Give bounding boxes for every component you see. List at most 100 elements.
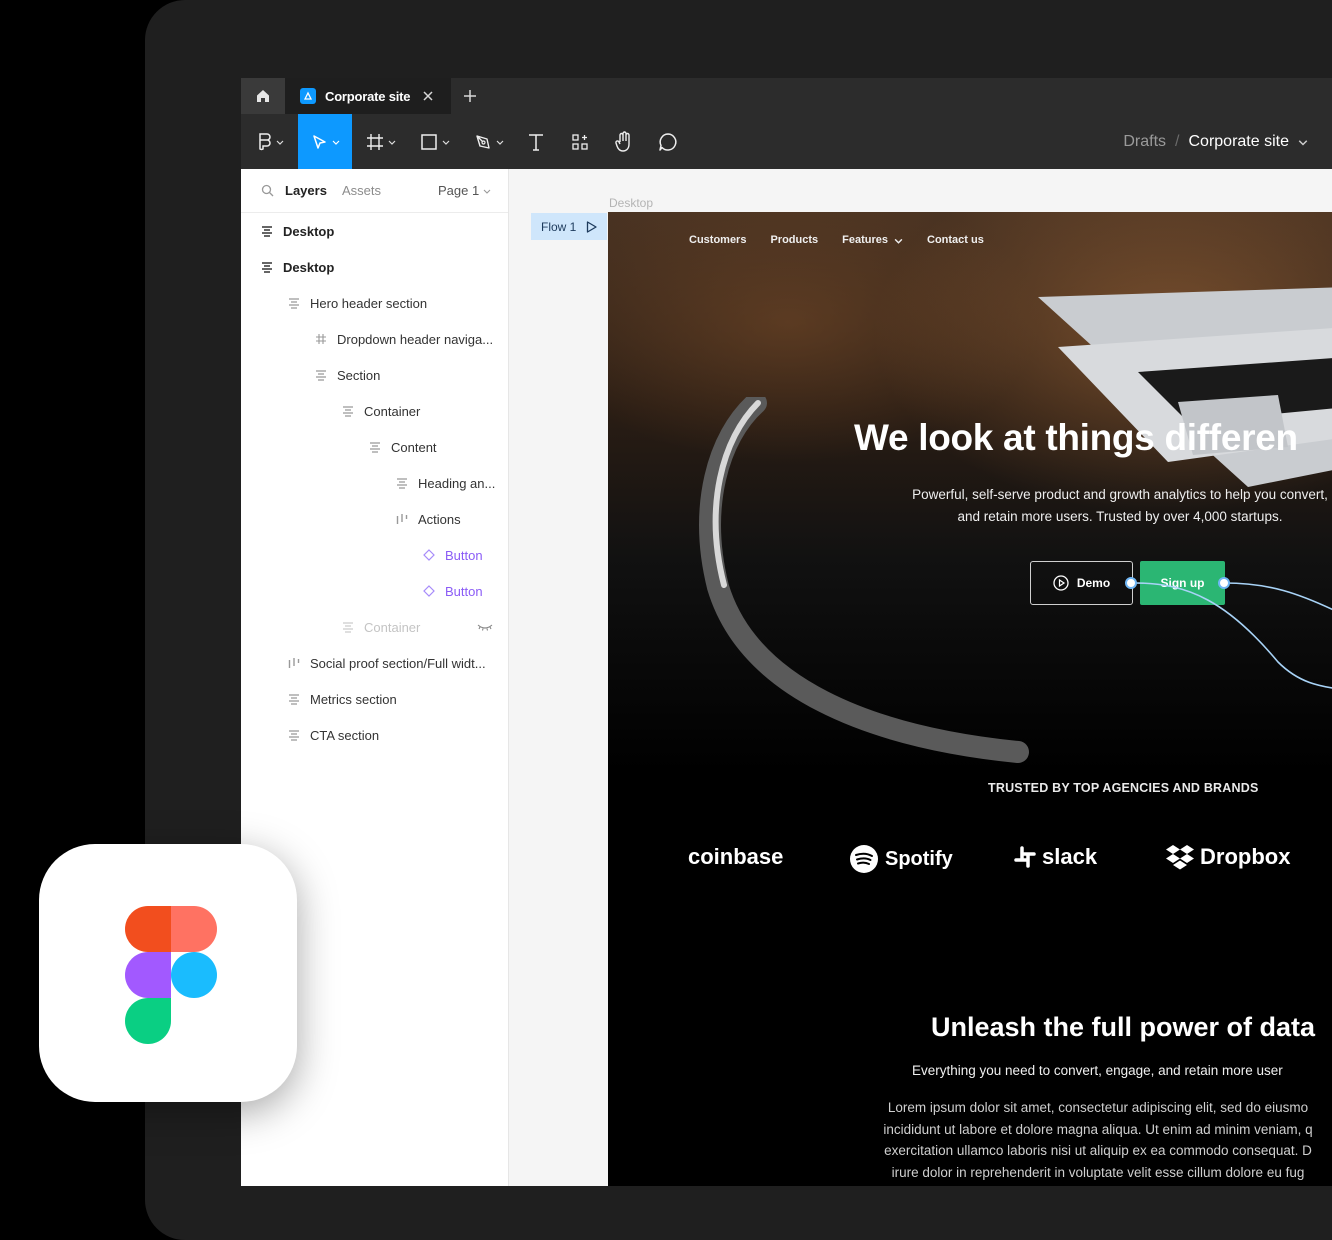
- chevron-down-icon: [442, 140, 450, 145]
- comment-icon: [659, 132, 677, 151]
- logo-text: coinbase: [688, 844, 784, 869]
- paragraph-line: irure dolor in reprehenderit in voluptat…: [891, 1164, 1305, 1180]
- autolayout-icon: [370, 442, 380, 453]
- hand-tool-icon: [615, 130, 630, 152]
- tab-corporate-site[interactable]: Corporate site: [285, 78, 451, 114]
- frame-tool-button[interactable]: [359, 114, 403, 169]
- tab-layers[interactable]: Layers: [285, 183, 327, 198]
- demo-button[interactable]: Demo: [1030, 561, 1133, 605]
- dropbox-icon: [1166, 845, 1194, 870]
- layer-item[interactable]: Container: [342, 393, 420, 429]
- close-icon[interactable]: [419, 87, 437, 105]
- paragraph-line: Lorem ipsum dolor sit amet, consectetur …: [887, 1100, 1309, 1115]
- hero-subtitle-line: Powerful, self-serve product and growth …: [912, 487, 1328, 502]
- figma-app-icon: [39, 844, 297, 1102]
- text-tool-button[interactable]: [521, 114, 551, 169]
- layer-item[interactable]: Heading an...: [396, 465, 495, 501]
- main-menu-button[interactable]: [249, 114, 291, 169]
- autolayout-icon: [343, 622, 353, 633]
- hand-tool-button[interactable]: [608, 114, 640, 169]
- comment-tool-button[interactable]: [652, 114, 684, 169]
- search-icon[interactable]: [261, 184, 274, 197]
- pen-tool-icon: [476, 134, 490, 149]
- layer-item[interactable]: Desktop: [261, 213, 334, 249]
- layer-item[interactable]: Dropdown header naviga...: [315, 321, 493, 357]
- frame-tool-icon: [316, 334, 326, 344]
- breadcrumb[interactable]: Drafts / Corporate site: [1123, 114, 1308, 169]
- layer-item[interactable]: Metrics section: [288, 681, 397, 717]
- layer-item[interactable]: Button: [423, 573, 483, 609]
- move-tool-button[interactable]: [298, 114, 352, 169]
- connection-handle[interactable]: [1125, 577, 1137, 589]
- section-title: Unleash the full power of data: [931, 1012, 1316, 1042]
- plus-icon[interactable]: [460, 86, 480, 106]
- breadcrumb-separator: /: [1175, 132, 1180, 150]
- body-paragraph: Lorem ipsum dolor sit amet, consectetur …: [838, 1097, 1332, 1183]
- autolayout-icon: [289, 730, 299, 741]
- layer-item[interactable]: Button: [423, 537, 483, 573]
- figma-menu-icon: [259, 132, 271, 150]
- breadcrumb-drafts[interactable]: Drafts: [1123, 133, 1166, 151]
- layer-label: Button: [445, 583, 483, 599]
- chevron-down-icon: [276, 140, 284, 145]
- slack-logo: slack: [1014, 844, 1097, 870]
- logo-text: slack: [1042, 844, 1098, 869]
- canvas[interactable]: Desktop Flow 1 Customers Products Featur…: [509, 169, 1332, 1186]
- play-icon[interactable]: [586, 220, 597, 233]
- resources-button[interactable]: [564, 114, 596, 169]
- autolayout-icon: [289, 694, 299, 705]
- layer-label: Button: [445, 547, 483, 563]
- hidden-eye-icon[interactable]: [477, 622, 493, 632]
- hero-title: We look at things differen: [854, 417, 1298, 458]
- nav-products[interactable]: Products: [770, 234, 818, 246]
- play-circle-icon: [1053, 575, 1069, 591]
- layer-item[interactable]: Hero header section: [288, 285, 427, 321]
- layer-item[interactable]: Actions: [396, 501, 461, 537]
- figma-logo: [125, 906, 217, 1044]
- nav-customers[interactable]: Customers: [689, 234, 746, 246]
- flow-start-tag[interactable]: Flow 1: [531, 213, 607, 240]
- desktop-frame[interactable]: Customers Products Features Contact us W…: [608, 212, 1332, 1186]
- breadcrumb-file-name[interactable]: Corporate site: [1189, 133, 1290, 151]
- component-instance-icon: [423, 585, 435, 597]
- nav-contact[interactable]: Contact us: [927, 234, 984, 246]
- rectangle-tool-icon: [421, 133, 437, 150]
- pen-tool-button[interactable]: [467, 114, 511, 169]
- tab-bar: Corporate site: [241, 78, 1332, 114]
- layer-label: Desktop: [283, 223, 335, 239]
- figma-window: Corporate site Drafts / Corporate site L…: [241, 78, 1332, 1186]
- frame-name-label[interactable]: Desktop: [609, 196, 653, 210]
- horizontal-autolayout-icon: [288, 658, 300, 668]
- layer-item[interactable]: Desktop: [261, 249, 334, 285]
- toolbar: Drafts / Corporate site: [241, 114, 1332, 169]
- logo-text: Dropbox: [1200, 844, 1291, 869]
- paragraph-line: exercitation ullamco laboris nisi ut ali…: [884, 1143, 1312, 1158]
- home-button[interactable]: [241, 78, 285, 114]
- layer-label: Desktop: [283, 259, 335, 275]
- layer-label: CTA section: [310, 727, 380, 743]
- chevron-down-icon: [894, 238, 903, 244]
- layer-item[interactable]: Content: [369, 429, 437, 465]
- autolayout-icon: [289, 298, 299, 309]
- page-selector[interactable]: Page 1: [438, 183, 479, 198]
- chevron-down-icon[interactable]: [1298, 137, 1308, 147]
- tab-assets[interactable]: Assets: [342, 183, 381, 198]
- chevron-down-icon[interactable]: [483, 187, 491, 195]
- site-nav: Customers Products Features Contact us: [689, 234, 984, 246]
- tab-label: Corporate site: [325, 88, 411, 104]
- move-tool-icon: [313, 134, 326, 149]
- layer-item[interactable]: Section: [315, 357, 380, 393]
- flow-label: Flow 1: [541, 219, 577, 234]
- trusted-heading: TRUSTED BY TOP AGENCIES AND BRANDS: [988, 781, 1259, 795]
- layer-item[interactable]: Container: [342, 609, 502, 645]
- layer-label: Container: [364, 619, 421, 635]
- layer-item[interactable]: Social proof section/Full widt...: [288, 645, 486, 681]
- chevron-down-icon: [332, 140, 340, 145]
- shape-tool-button[interactable]: [413, 114, 457, 169]
- nav-features[interactable]: Features: [842, 234, 903, 246]
- layer-label: Metrics section: [310, 691, 397, 707]
- layer-item[interactable]: CTA section: [288, 717, 379, 753]
- connection-handle[interactable]: [1218, 577, 1230, 589]
- layer-label: Actions: [418, 511, 461, 527]
- frame-tool-icon: [367, 133, 383, 150]
